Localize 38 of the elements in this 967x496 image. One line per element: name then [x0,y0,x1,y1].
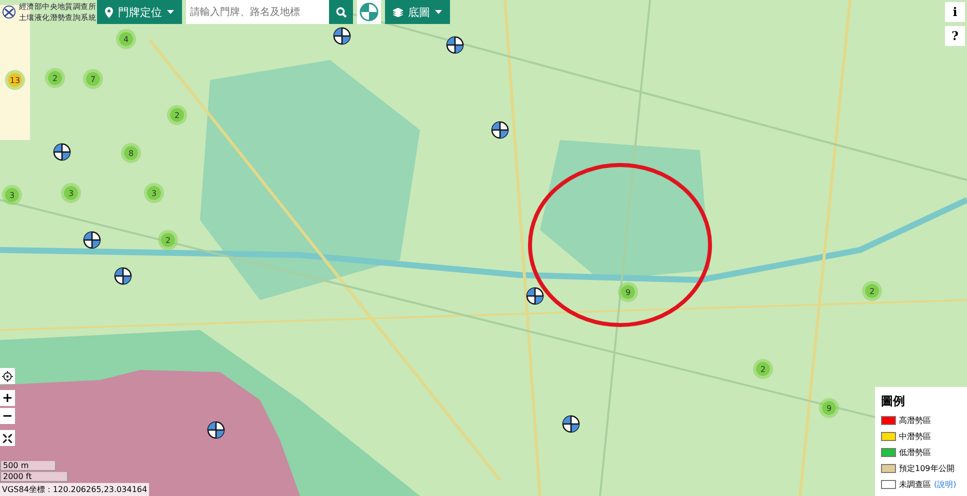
borehole-icon[interactable] [333,27,351,45]
borehole-icon[interactable] [207,421,225,439]
caret-icon [435,10,442,14]
legend-label: 預定109年公開 [899,463,954,474]
legend-label: 高潛勢區 [899,415,931,426]
legend-label: 低潛勢區 [899,447,931,458]
basemap-button[interactable]: 底圖 [385,0,450,24]
layers-icon [393,8,403,16]
legend-title: 圖例 [881,393,906,410]
locate-button[interactable] [0,368,15,384]
borehole-icon[interactable] [114,267,132,285]
borehole-icon[interactable] [446,36,464,54]
scale-bar: 2000 ft [0,472,68,482]
map-pin-icon [105,6,113,18]
borehole-icon[interactable] [83,231,101,249]
crosshair-icon [2,370,13,382]
side-button[interactable]: i [945,2,965,22]
quartered-circle-icon [359,2,379,22]
borehole-toggle-button[interactable] [357,0,381,24]
zoom-button[interactable]: + [0,390,15,406]
fullscreen-button[interactable] [0,430,15,446]
coordinates-readout: VGS84坐標：120.206265,23.034164 [0,483,150,496]
fullscreen-icon [3,434,12,442]
borehole-icon[interactable] [562,415,580,433]
address-locate-button[interactable]: 門牌定位 [97,0,182,24]
legend-label: 未調查區 [899,479,931,490]
side-button[interactable]: ? [945,26,965,46]
legend-label: 中潛勢區 [899,431,931,442]
borehole-icon[interactable] [53,143,71,161]
borehole-icon[interactable] [526,287,544,305]
search-button[interactable] [329,0,353,24]
explanation-link[interactable]: (說明) [934,479,956,490]
search-field[interactable]: 請輸入門牌、路名及地標 [186,0,329,24]
search-icon [336,6,346,18]
scale-bar: 500 m [0,461,56,471]
caret-icon [167,10,174,14]
zoom-button[interactable]: − [0,408,15,424]
borehole-icon[interactable] [491,121,509,139]
